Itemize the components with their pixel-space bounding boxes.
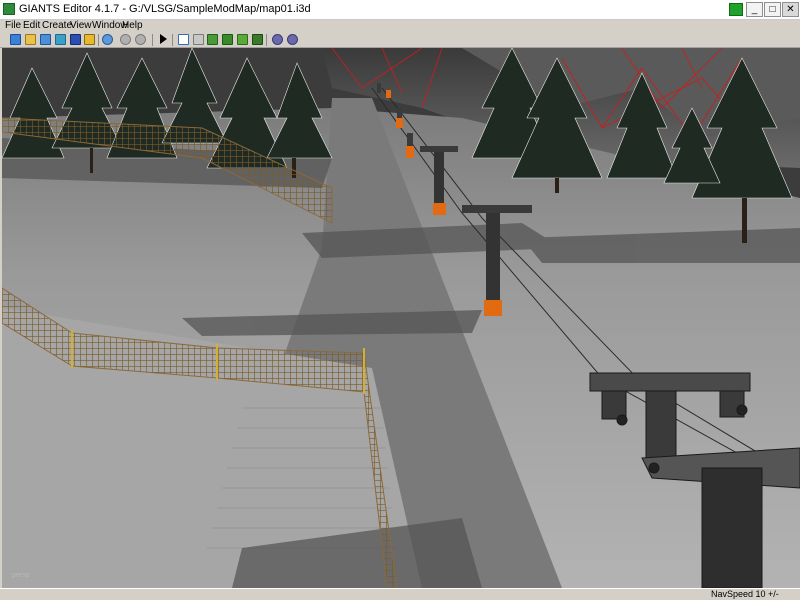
menu-bar: File Edit Create View Window Help bbox=[0, 20, 800, 32]
menu-view[interactable]: View bbox=[70, 20, 92, 32]
play-icon[interactable] bbox=[160, 34, 167, 44]
menu-create[interactable]: Create bbox=[42, 20, 72, 32]
menu-file[interactable]: File bbox=[5, 20, 21, 32]
scene-render bbox=[2, 48, 800, 588]
save-all-icon[interactable] bbox=[84, 34, 95, 45]
window-title: GIANTS Editor 4.1.7 - G:/VLSG/SampleModM… bbox=[19, 3, 311, 15]
status-bar: NavSpeed 10 +/- bbox=[0, 588, 800, 600]
app-icon bbox=[3, 3, 15, 15]
undo-icon[interactable] bbox=[120, 34, 131, 45]
paint-texture-icon[interactable] bbox=[222, 34, 233, 45]
title-bar: GIANTS Editor 4.1.7 - G:/VLSG/SampleModM… bbox=[0, 0, 800, 20]
close-button[interactable]: ✕ bbox=[782, 2, 799, 17]
3d-viewport[interactable]: persp bbox=[2, 48, 800, 588]
export-icon[interactable] bbox=[55, 34, 66, 45]
properties-icon[interactable] bbox=[287, 34, 298, 45]
redo-icon[interactable] bbox=[135, 34, 146, 45]
menu-edit[interactable]: Edit bbox=[23, 20, 40, 32]
settings-icon[interactable] bbox=[272, 34, 283, 45]
toolbar bbox=[0, 32, 800, 48]
minimize-button[interactable]: _ bbox=[746, 2, 763, 17]
move-tool-icon[interactable] bbox=[193, 34, 204, 45]
select-tool-icon[interactable] bbox=[178, 34, 189, 45]
maximize-button[interactable]: □ bbox=[764, 2, 781, 17]
tray-icon[interactable] bbox=[729, 3, 743, 16]
nav-speed-label: NavSpeed 10 +/- bbox=[711, 589, 779, 599]
import-icon[interactable] bbox=[40, 34, 51, 45]
menu-help[interactable]: Help bbox=[122, 20, 143, 32]
new-icon[interactable] bbox=[10, 34, 21, 45]
save-icon[interactable] bbox=[70, 34, 81, 45]
open-icon[interactable] bbox=[25, 34, 36, 45]
paint-foliage-icon[interactable] bbox=[237, 34, 248, 45]
paint-terrain-icon[interactable] bbox=[207, 34, 218, 45]
paint-decal-icon[interactable] bbox=[252, 34, 263, 45]
undo-history-icon[interactable] bbox=[102, 34, 113, 45]
viewport-camera-label: persp bbox=[12, 572, 30, 579]
